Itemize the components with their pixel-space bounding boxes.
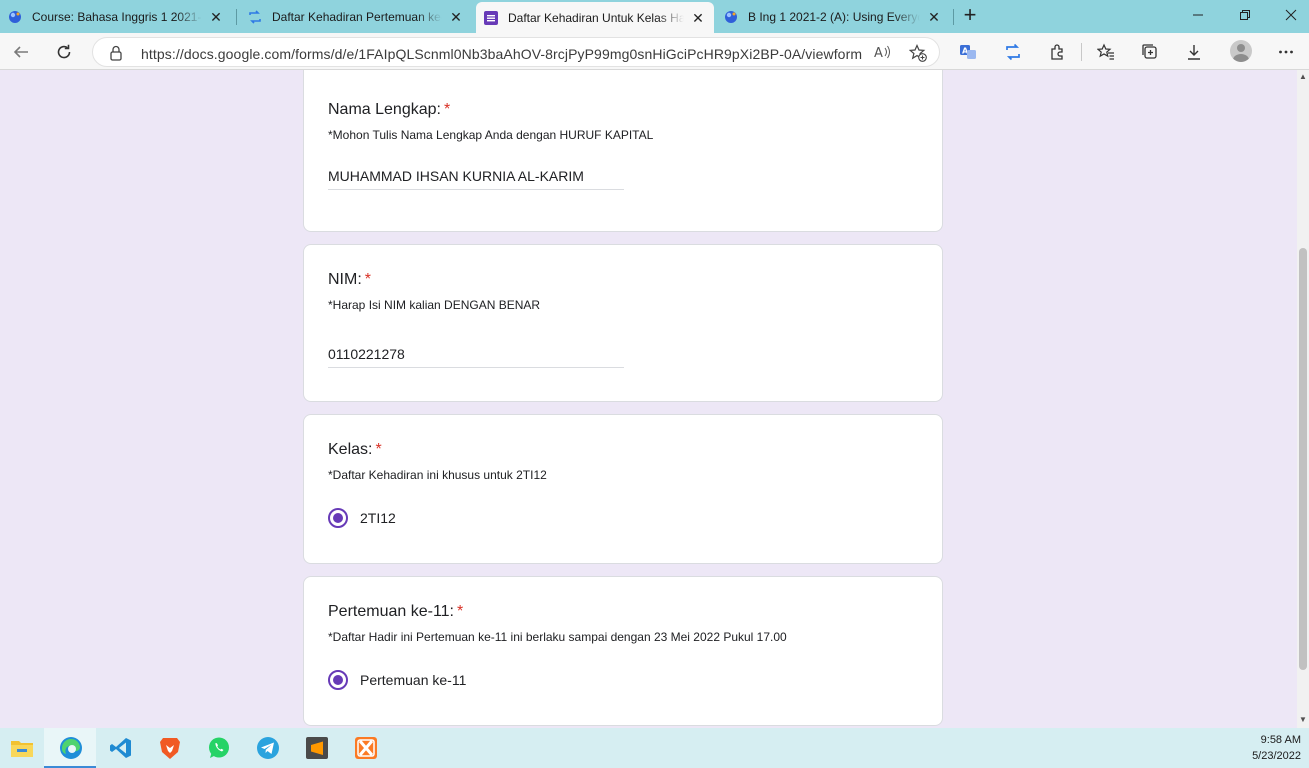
- radio-option-pertemuan-ke-11[interactable]: Pertemuan ke-11: [328, 670, 466, 690]
- close-icon[interactable]: ✕: [208, 9, 224, 25]
- tab-title: B Ing 1 2021-2 (A): Using Everyd: [748, 9, 920, 24]
- form-viewport: Nama Lengkap: * *Mohon Tulis Nama Lengkap…: [0, 70, 1297, 728]
- minimize-icon[interactable]: [1188, 6, 1208, 26]
- scrollbar-thumb[interactable]: [1299, 248, 1307, 670]
- tab-b-ing-using-everyday[interactable]: B Ing 1 2021-2 (A): Using Everyd ✕: [716, 4, 950, 29]
- toolbar-separator: [1081, 43, 1082, 61]
- radio-label[interactable]: Pertemuan ke-11: [360, 672, 466, 688]
- question-description: *Daftar Kehadiran ini khusus untuk 2TI12: [328, 468, 547, 482]
- xampp-icon[interactable]: [352, 734, 380, 762]
- back-arrow-icon[interactable]: [8, 39, 34, 65]
- question-title: Nama Lengkap: *: [328, 101, 451, 118]
- system-clock[interactable]: 9:58 AM 5/23/2022: [1252, 732, 1301, 764]
- radio-button-selected[interactable]: [328, 670, 348, 690]
- google-forms-icon: [484, 10, 498, 25]
- downloads-icon[interactable]: [1181, 39, 1207, 65]
- address-bar[interactable]: https://docs.google.com/forms/d/e/1FAIpQ…: [92, 37, 940, 67]
- whatsapp-icon[interactable]: [205, 734, 233, 762]
- question-title: Pertemuan ke-11: *: [328, 603, 464, 620]
- question-card-kelas: Kelas: * *Daftar Kehadiran ini khusus unt…: [303, 414, 943, 564]
- radio-option-2ti12[interactable]: 2TI12: [328, 508, 396, 528]
- radio-label[interactable]: 2TI12: [360, 510, 396, 526]
- clock-date: 5/23/2022: [1252, 750, 1301, 762]
- scroll-down-arrow-icon[interactable]: ▼: [1299, 716, 1307, 724]
- read-aloud-icon[interactable]: A: [874, 44, 892, 65]
- radio-dot: [333, 513, 343, 523]
- question-card-nim: NIM: * *Harap Isi NIM kalian DENGAN BENAR…: [303, 244, 943, 402]
- lock-icon[interactable]: [109, 45, 123, 66]
- clock-time: 9:58 AM: [1260, 734, 1301, 746]
- required-asterisk: *: [364, 271, 372, 288]
- close-window-icon[interactable]: [1281, 6, 1301, 26]
- sublime-text-icon[interactable]: [303, 734, 331, 762]
- nama-lengkap-input[interactable]: MUHAMMAD IHSAN KURNIA AL-KARIM: [328, 166, 624, 190]
- tab-title: Daftar Kehadiran Untuk Kelas Ha: [508, 10, 684, 25]
- close-icon[interactable]: ✕: [448, 9, 464, 25]
- brave-icon[interactable]: [156, 734, 184, 762]
- tab-title: Daftar Kehadiran Pertemuan ke-1: [272, 9, 442, 24]
- scroll-up-arrow-icon[interactable]: ▲: [1299, 73, 1307, 81]
- tab-title: Course: Bahasa Inggris 1 2021-2: [32, 9, 202, 24]
- required-asterisk: *: [457, 603, 464, 620]
- question-card-nama-lengkap: Nama Lengkap: * *Mohon Tulis Nama Lengkap…: [303, 70, 943, 232]
- globe-icon: [8, 10, 22, 24]
- url-text[interactable]: https://docs.google.com/forms/d/e/1FAIpQ…: [141, 46, 862, 62]
- edge-icon[interactable]: [57, 734, 85, 762]
- tab-share-icon: [248, 9, 262, 24]
- globe-icon: [724, 10, 738, 24]
- tab-separator: [953, 9, 954, 25]
- telegram-icon[interactable]: [254, 734, 282, 762]
- question-title: Kelas: *: [328, 441, 382, 458]
- add-favorite-icon[interactable]: [908, 44, 927, 67]
- tab-strip: Course: Bahasa Inggris 1 2021-2 ✕ Daftar…: [0, 0, 1309, 33]
- file-explorer-icon[interactable]: [8, 734, 36, 762]
- page-scrollbar[interactable]: ▲ ▼: [1297, 70, 1309, 728]
- profile-avatar[interactable]: [1230, 40, 1252, 62]
- favorites-icon[interactable]: [1093, 39, 1119, 65]
- extensions-icon[interactable]: [1044, 39, 1070, 65]
- question-description: *Mohon Tulis Nama Lengkap Anda dengan HU…: [328, 128, 654, 142]
- more-options-icon[interactable]: [1273, 39, 1299, 65]
- tab-daftar-kehadiran-pertemuan[interactable]: Daftar Kehadiran Pertemuan ke-1 ✕: [240, 4, 472, 29]
- windows-taskbar: 9:58 AM 5/23/2022: [0, 728, 1309, 768]
- close-icon[interactable]: ✕: [926, 9, 942, 25]
- svg-text:A: A: [874, 46, 883, 60]
- radio-button-selected[interactable]: [328, 508, 348, 528]
- collections-icon[interactable]: [1137, 39, 1163, 65]
- browser-toolbar: https://docs.google.com/forms/d/e/1FAIpQ…: [0, 33, 1309, 70]
- required-asterisk: *: [443, 101, 451, 118]
- tab-course-bahasa-inggris[interactable]: Course: Bahasa Inggris 1 2021-2 ✕: [0, 4, 232, 29]
- question-title: NIM: *: [328, 271, 372, 288]
- restore-icon[interactable]: [1235, 6, 1255, 26]
- tab-daftar-kehadiran-kelas[interactable]: Daftar Kehadiran Untuk Kelas Ha ✕: [476, 2, 714, 33]
- nim-input[interactable]: 0110221278: [328, 344, 624, 368]
- translate-icon[interactable]: A: [955, 39, 981, 65]
- new-tab-button[interactable]: +: [959, 4, 981, 27]
- tab-separator: [236, 9, 237, 25]
- tab-share-icon[interactable]: [1000, 39, 1026, 65]
- question-description: *Harap Isi NIM kalian DENGAN BENAR: [328, 298, 541, 312]
- refresh-icon[interactable]: [51, 39, 77, 65]
- radio-dot: [333, 675, 343, 685]
- question-card-pertemuan: Pertemuan ke-11: * *Daftar Hadir ini Pert…: [303, 576, 943, 726]
- vscode-icon[interactable]: [107, 734, 135, 762]
- close-icon[interactable]: ✕: [690, 10, 706, 26]
- question-description: *Daftar Hadir ini Pertemuan ke-11 ini be…: [328, 630, 787, 644]
- required-asterisk: *: [375, 441, 382, 458]
